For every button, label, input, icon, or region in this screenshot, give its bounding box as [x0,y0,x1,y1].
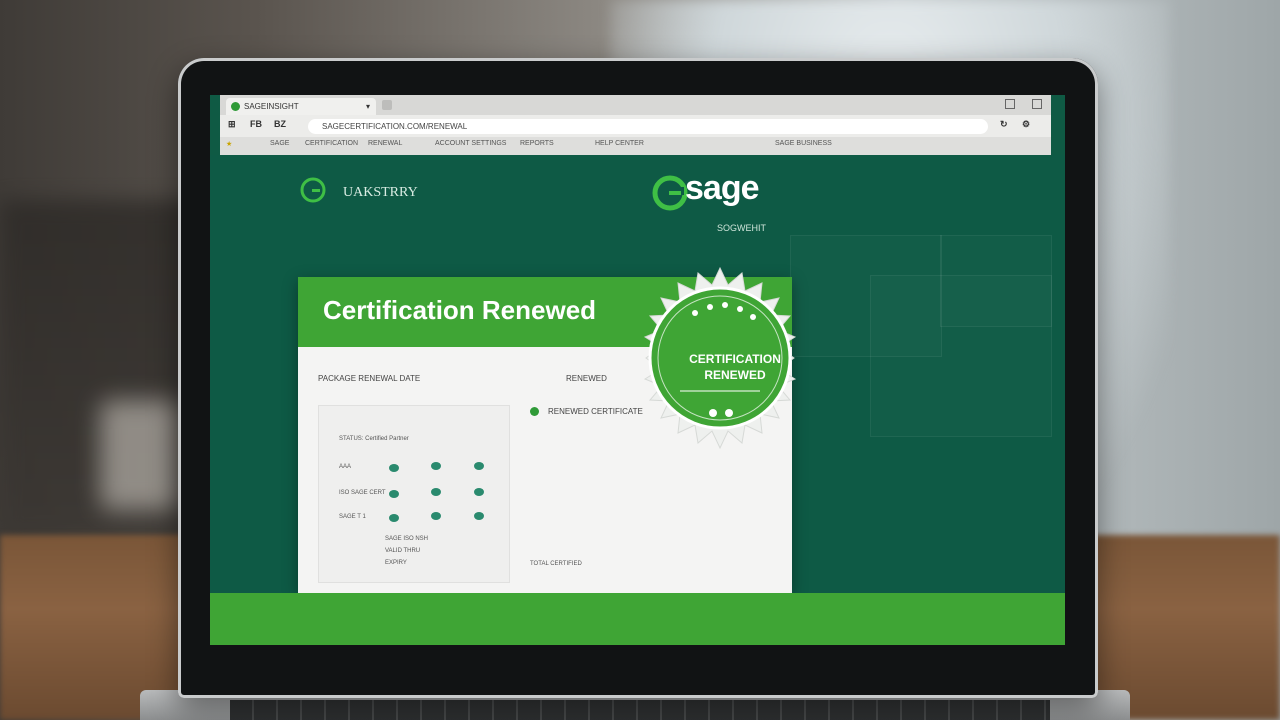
browser-tab-bar: SAGEINSIGHT ▾ [220,95,1051,115]
minimize-button[interactable] [1005,99,1015,109]
footer-bar [210,593,1065,645]
new-tab-button[interactable] [382,100,392,110]
favicon-icon [231,102,240,111]
card-right-label: RENEWED [566,374,607,383]
laptop-keyboard [230,700,1050,720]
status-dot-icon [389,514,399,522]
forward-button[interactable]: BZ [274,119,286,129]
background-mug [100,400,180,510]
close-tab-icon[interactable]: ▾ [366,98,370,115]
card-left-label: PACKAGE RENEWAL DATE [318,374,421,383]
status-dot-icon [474,488,484,496]
bookmark-item[interactable]: REPORTS [520,140,554,147]
panel-footer-line: EXPIRY [385,560,407,566]
decor-panel [940,235,1052,327]
status-dot-icon [431,512,441,520]
seal-line1: CERTIFICATION [689,352,781,366]
seal-line2: RENEWED [704,368,766,382]
url-text: SAGECERTIFICATION.COM/RENEWAL [322,122,468,131]
seal-text: CERTIFICATION RENEWED [675,351,795,383]
sage-logo-subtext: SOGWEHIT [717,223,766,233]
panel-title: STATUS: Certified Partner [339,436,409,442]
bookmark-item[interactable]: CERTIFICATION [305,140,358,147]
row-label: ISO SAGE CERT [339,490,386,496]
bookmark-item[interactable]: HELP CENTER [595,140,644,147]
tab-title: SAGEINSIGHT [244,102,299,111]
back-button[interactable]: FB [250,119,262,129]
maximize-button[interactable] [1032,99,1042,109]
bookmarks-bar: ★ SAGE CERTIFICATION RENEWAL ACCOUNT SET… [220,137,1051,156]
laptop-screen: SAGEINSIGHT ▾ ⊞ FB BZ SAGECERTIFICATION.… [210,95,1065,645]
card-title: Certification Renewed [323,295,597,325]
check-icon [530,407,539,416]
address-bar[interactable]: SAGECERTIFICATION.COM/RENEWAL [308,119,988,134]
menu-icon[interactable]: ⊞ [228,119,236,130]
status-dot-icon [389,464,399,472]
panel-footer-line: SAGE ISO NSH [385,536,429,542]
status-dot-icon [431,462,441,470]
bookmark-star-icon[interactable]: ★ [226,140,232,148]
status-dot-icon [431,488,441,496]
settings-icon[interactable]: ⚙ [1022,119,1030,130]
row-label: SAGE T 1 [339,514,366,520]
sage-logo-icon [652,175,688,211]
sage-logo-text: sage [685,169,759,207]
bookmark-item[interactable]: SAGE BUSINESS [775,140,832,147]
web-page: UAKSTRRY sage SOGWEHIT Certification Ren… [210,155,1065,645]
status-dot-icon [474,512,484,520]
status-dot-icon [474,462,484,470]
browser-toolbar: ⊞ FB BZ SAGECERTIFICATION.COM/RENEWAL ↻ … [220,115,1051,137]
details-panel: STATUS: Certified Partner AAA ISO SAGE C… [318,405,510,583]
panel-footer-line: VALID THRU [385,548,421,554]
browser-tab[interactable]: SAGEINSIGHT ▾ [226,98,376,115]
reload-icon[interactable]: ↻ [1000,119,1008,130]
bookmark-item[interactable]: RENEWAL [368,140,402,147]
row-label: AAA [339,464,352,470]
bookmark-item[interactable]: SAGE [270,140,289,147]
status-dot-icon [389,490,399,498]
bookmark-item[interactable]: ACCOUNT SETTINGS [435,140,506,147]
brand-logo-icon [300,177,326,203]
bottom-label: TOTAL CERTIFIED [530,561,582,567]
left-brand-text: UAKSTRRY [343,185,418,200]
